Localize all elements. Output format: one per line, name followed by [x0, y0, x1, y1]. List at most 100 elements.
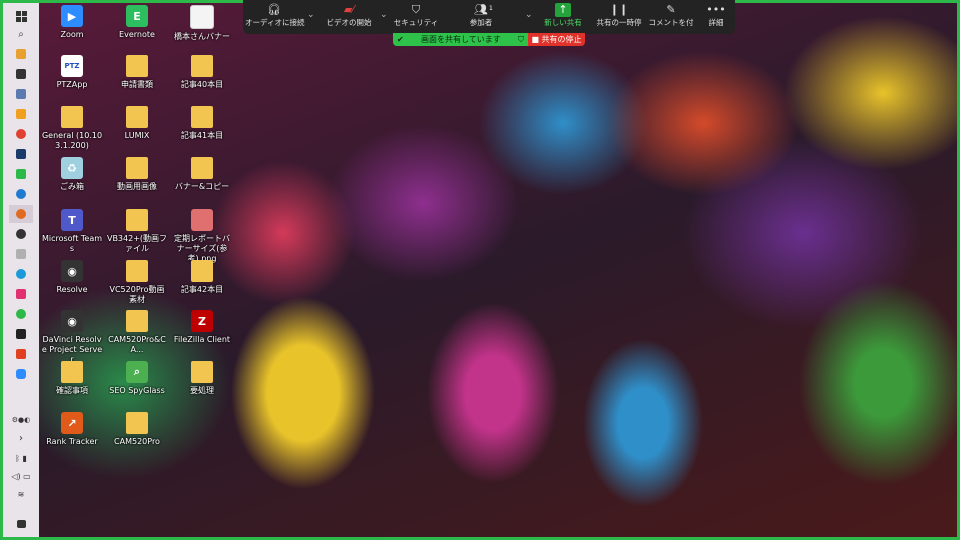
desktop-icon[interactable]: 確認事項 — [41, 361, 103, 396]
desktop-icon-label: 動画用画像 — [117, 182, 157, 191]
desktop-icon-label: ごみ箱 — [60, 182, 84, 191]
tray-row-1[interactable]: ᛒ ▮ — [9, 449, 33, 467]
desktop-icon[interactable]: E Evernote — [106, 5, 168, 40]
taskbar-app-4[interactable] — [9, 105, 33, 123]
video-options-chevron-icon[interactable]: ⌄ — [380, 10, 388, 20]
participants-button[interactable]: 👥︎ 1 参加者 — [461, 3, 501, 33]
video-button[interactable]: ▰⁄ ビデオの開始 — [323, 3, 375, 33]
desktop-icon[interactable]: ⌕ SEO SpyGlass — [106, 361, 168, 396]
video-off-icon: ▰⁄ — [343, 3, 355, 16]
start-button[interactable] — [9, 7, 33, 25]
taskbar-app-15[interactable] — [9, 325, 33, 343]
desktop-icon[interactable]: 記事42本目 — [171, 260, 233, 295]
wifi-button[interactable]: ≋ — [9, 485, 33, 503]
desktop-icon[interactable]: VC520Pro動画素材 — [106, 260, 168, 305]
folder-icon — [126, 412, 148, 434]
security-label: セキュリティ — [393, 18, 439, 27]
desktop-icon[interactable]: 定期レポートバナーサイズ(参考).png — [171, 209, 233, 264]
more-label: 詳細 — [708, 18, 724, 27]
taskbar-app-3[interactable] — [9, 85, 33, 103]
taskbar-chrome[interactable] — [9, 125, 33, 143]
folder-icon — [126, 55, 148, 77]
resolve-icon: ◉ — [61, 260, 83, 282]
app-icon — [16, 249, 26, 259]
taskbar-app-2[interactable] — [9, 65, 33, 83]
windows-icon — [15, 10, 27, 22]
shield-check-icon: ⛉ — [518, 35, 524, 44]
headphones-icon: 🎧︎ — [267, 3, 281, 16]
bluetooth-mic-icon: ᛒ ▮ — [15, 453, 27, 463]
taskbar-skype[interactable] — [9, 265, 33, 283]
skype-icon — [16, 269, 26, 279]
new-share-button[interactable]: ↑ 新しい共有 — [541, 3, 585, 33]
app-icon — [16, 149, 26, 159]
annotate-button[interactable]: ✎ コメントを付 — [648, 3, 694, 33]
desktop-icon[interactable]: 橋本さんバナー — [171, 5, 233, 42]
desktop-icon[interactable]: 申請書類 — [106, 55, 168, 90]
stop-share-button[interactable]: ■ 共有の停止 — [528, 33, 585, 46]
audio-button[interactable]: 🎧︎ オーディオに接続 — [245, 3, 304, 33]
desktop-icon-label: VB342+(動画ファイル — [106, 234, 168, 253]
tray-icons[interactable]: ⚙●◐ — [9, 411, 33, 429]
desktop-icon[interactable]: LUMIX — [106, 106, 168, 141]
rank-tracker-icon: ↗ — [61, 412, 83, 434]
sharing-indicator-icon: ✔ — [397, 35, 404, 44]
desktop-icon[interactable]: T Microsoft Teams — [41, 209, 103, 254]
desktop-icon[interactable]: バナー&コピー — [171, 157, 233, 192]
desktop-icon[interactable]: ◉ Resolve — [41, 260, 103, 295]
desktop-icon-label: Rank Tracker — [46, 437, 98, 446]
desktop-icon[interactable]: PTZ PTZApp — [41, 55, 103, 90]
desktop-icon[interactable]: General (10.103.1.200) — [41, 106, 103, 151]
edge-icon — [16, 189, 26, 199]
more-button[interactable]: ••• 詳細 — [699, 3, 733, 33]
taskbar: ⌕ ⚙●◐ › ᛒ ▮ ◁) ▭ ≋ — [3, 3, 39, 537]
desktop-icon-label: LUMIX — [124, 131, 150, 140]
taskbar-app-6[interactable] — [9, 145, 33, 163]
desktop-icon-label: Evernote — [119, 30, 155, 39]
tray-row-2[interactable]: ◁) ▭ — [9, 467, 33, 485]
desktop-icon[interactable]: VB342+(動画ファイル — [106, 209, 168, 254]
folder-icon — [191, 55, 213, 77]
notification-button[interactable] — [9, 515, 33, 533]
search-button[interactable]: ⌕ — [9, 25, 33, 43]
sharing-status-bar[interactable]: ✔ 画面を共有しています ⛉ — [393, 33, 528, 46]
desktop-icon[interactable]: 記事41本目 — [171, 106, 233, 141]
desktop-icon[interactable]: 動画用画像 — [106, 157, 168, 192]
participants-label: 参加者 — [469, 18, 493, 27]
desktop-icon[interactable]: ◉ DaVinci Resolve Project Server — [41, 310, 103, 365]
video-label: ビデオの開始 — [326, 18, 372, 27]
desktop-icon[interactable]: ↗ Rank Tracker — [41, 412, 103, 447]
file-icon — [190, 5, 214, 29]
security-button[interactable]: ⛉ セキュリティ — [393, 3, 439, 33]
taskbar-app-1[interactable] — [9, 45, 33, 63]
taskbar-app-10[interactable] — [9, 225, 33, 243]
desktop-icon[interactable]: ♻ ごみ箱 — [41, 157, 103, 192]
pause-icon: ❙❙ — [609, 3, 629, 16]
audio-options-chevron-icon[interactable]: ⌄ — [307, 10, 315, 20]
shield-icon: ⛉ — [411, 3, 421, 16]
participants-options-chevron-icon[interactable]: ⌄ — [525, 10, 533, 20]
new-share-label: 新しい共有 — [544, 18, 582, 27]
tray-expand[interactable]: › — [9, 429, 33, 447]
taskbar-app-13[interactable] — [9, 285, 33, 303]
taskbar-app-14[interactable] — [9, 305, 33, 323]
pause-share-button[interactable]: ❙❙ 共有の一時停 — [593, 3, 645, 33]
folder-icon — [191, 361, 213, 383]
participants-icon: 👥︎ — [474, 3, 488, 16]
desktop-icon[interactable]: Z FileZilla Client — [171, 310, 233, 345]
desktop-icon[interactable]: 記事40本目 — [171, 55, 233, 90]
taskbar-zoom[interactable] — [9, 365, 33, 383]
folder-icon — [126, 310, 148, 332]
wifi-icon: ≋ — [17, 489, 25, 499]
desktop-icon[interactable]: CAM520Pro&CA... — [106, 310, 168, 355]
taskbar-line[interactable] — [9, 165, 33, 183]
taskbar-edge[interactable] — [9, 185, 33, 203]
taskbar-app-11[interactable] — [9, 245, 33, 263]
folder-icon — [61, 361, 83, 383]
zoom-icon: ▶ — [61, 5, 83, 27]
desktop-icon[interactable]: ▶ Zoom — [41, 5, 103, 40]
desktop-icon[interactable]: CAM520Pro — [106, 412, 168, 447]
taskbar-app-16[interactable] — [9, 345, 33, 363]
desktop-icon[interactable]: 要処理 — [171, 361, 233, 396]
taskbar-firefox[interactable] — [9, 205, 33, 223]
